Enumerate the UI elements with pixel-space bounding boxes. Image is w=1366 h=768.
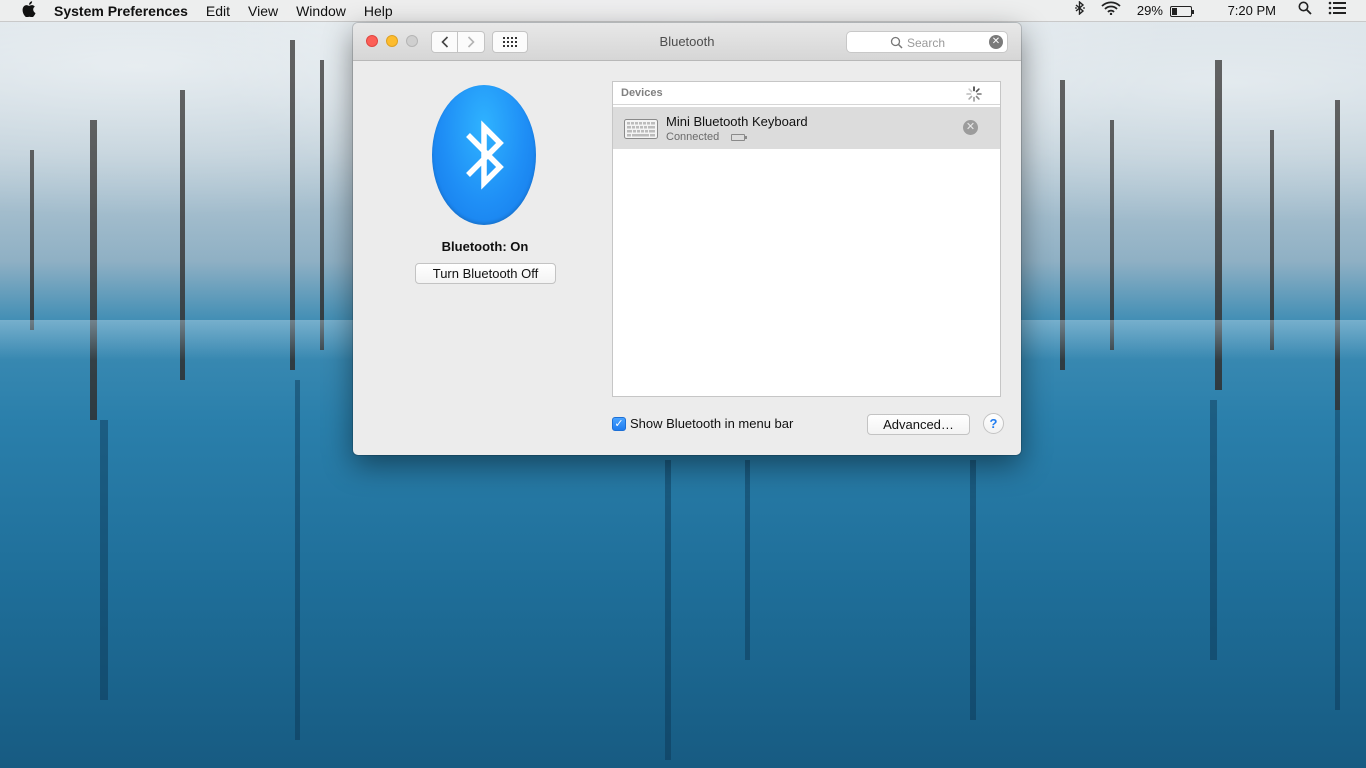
battery-percent: 29% bbox=[1136, 3, 1163, 18]
apple-menu-icon[interactable] bbox=[18, 0, 40, 21]
show-all-button[interactable] bbox=[492, 31, 528, 53]
clear-search-icon[interactable]: ✕ bbox=[989, 35, 1003, 49]
search-input[interactable] bbox=[907, 34, 983, 51]
grid-icon bbox=[503, 37, 517, 47]
devices-header-label: Devices bbox=[621, 87, 663, 99]
clock[interactable]: 7:20 PM bbox=[1200, 0, 1290, 22]
show-in-menu-bar-option[interactable]: ✓ Show Bluetooth in menu bar bbox=[612, 416, 793, 431]
battery-icon bbox=[1169, 6, 1194, 18]
bluetooth-status-icon[interactable] bbox=[1067, 0, 1093, 22]
devices-list: Devices Mini Bluetooth Keyboard Connecte… bbox=[612, 81, 1001, 397]
devices-header: Devices bbox=[613, 82, 1000, 105]
back-button[interactable] bbox=[431, 31, 458, 53]
spotlight-search-icon[interactable] bbox=[1290, 0, 1320, 22]
chevron-right-icon bbox=[467, 36, 475, 48]
device-battery-icon bbox=[731, 134, 747, 141]
advanced-button[interactable]: Advanced… bbox=[867, 414, 970, 435]
turn-bluetooth-off-button[interactable]: Turn Bluetooth Off bbox=[415, 263, 556, 284]
menu-extras: 29% 7:20 PM bbox=[1067, 0, 1366, 22]
help-button[interactable]: ? bbox=[983, 413, 1004, 434]
show-in-menu-bar-label[interactable]: Show Bluetooth in menu bar bbox=[630, 416, 793, 431]
bluetooth-status-label: Bluetooth: On bbox=[441, 239, 529, 254]
navigation-buttons bbox=[431, 31, 485, 53]
wifi-icon[interactable] bbox=[1093, 0, 1129, 22]
battery-indicator[interactable]: 29% bbox=[1129, 0, 1200, 22]
remove-device-button[interactable]: ✕ bbox=[963, 120, 978, 135]
chevron-left-icon bbox=[440, 36, 448, 48]
search-icon bbox=[890, 36, 903, 49]
menu-app-name[interactable]: System Preferences bbox=[54, 0, 197, 22]
bluetooth-preferences-window: Bluetooth ✕ Bluetooth: On Turn B bbox=[353, 23, 1021, 455]
search-field[interactable]: ✕ bbox=[846, 31, 1008, 53]
notification-center-icon[interactable] bbox=[1320, 0, 1366, 22]
menu-view[interactable]: View bbox=[239, 0, 287, 22]
title-bar[interactable]: Bluetooth ✕ bbox=[353, 23, 1021, 61]
device-row-mini-bluetooth-keyboard[interactable]: Mini Bluetooth Keyboard Connected ✕ bbox=[613, 107, 1000, 149]
forward-button[interactable] bbox=[458, 31, 485, 53]
menu-edit[interactable]: Edit bbox=[197, 0, 239, 22]
device-name: Mini Bluetooth Keyboard bbox=[666, 114, 808, 129]
device-connection-status: Connected bbox=[666, 131, 720, 143]
bluetooth-logo-icon bbox=[432, 85, 536, 225]
battery-fill bbox=[1171, 8, 1177, 16]
menu-window[interactable]: Window bbox=[287, 0, 355, 22]
keyboard-icon bbox=[624, 119, 658, 139]
menu-help[interactable]: Help bbox=[355, 0, 402, 22]
show-in-menu-bar-checkbox[interactable]: ✓ bbox=[612, 416, 626, 431]
menu-bar: System Preferences Edit View Window Help… bbox=[0, 0, 1366, 22]
searching-spinner-icon bbox=[966, 86, 982, 102]
